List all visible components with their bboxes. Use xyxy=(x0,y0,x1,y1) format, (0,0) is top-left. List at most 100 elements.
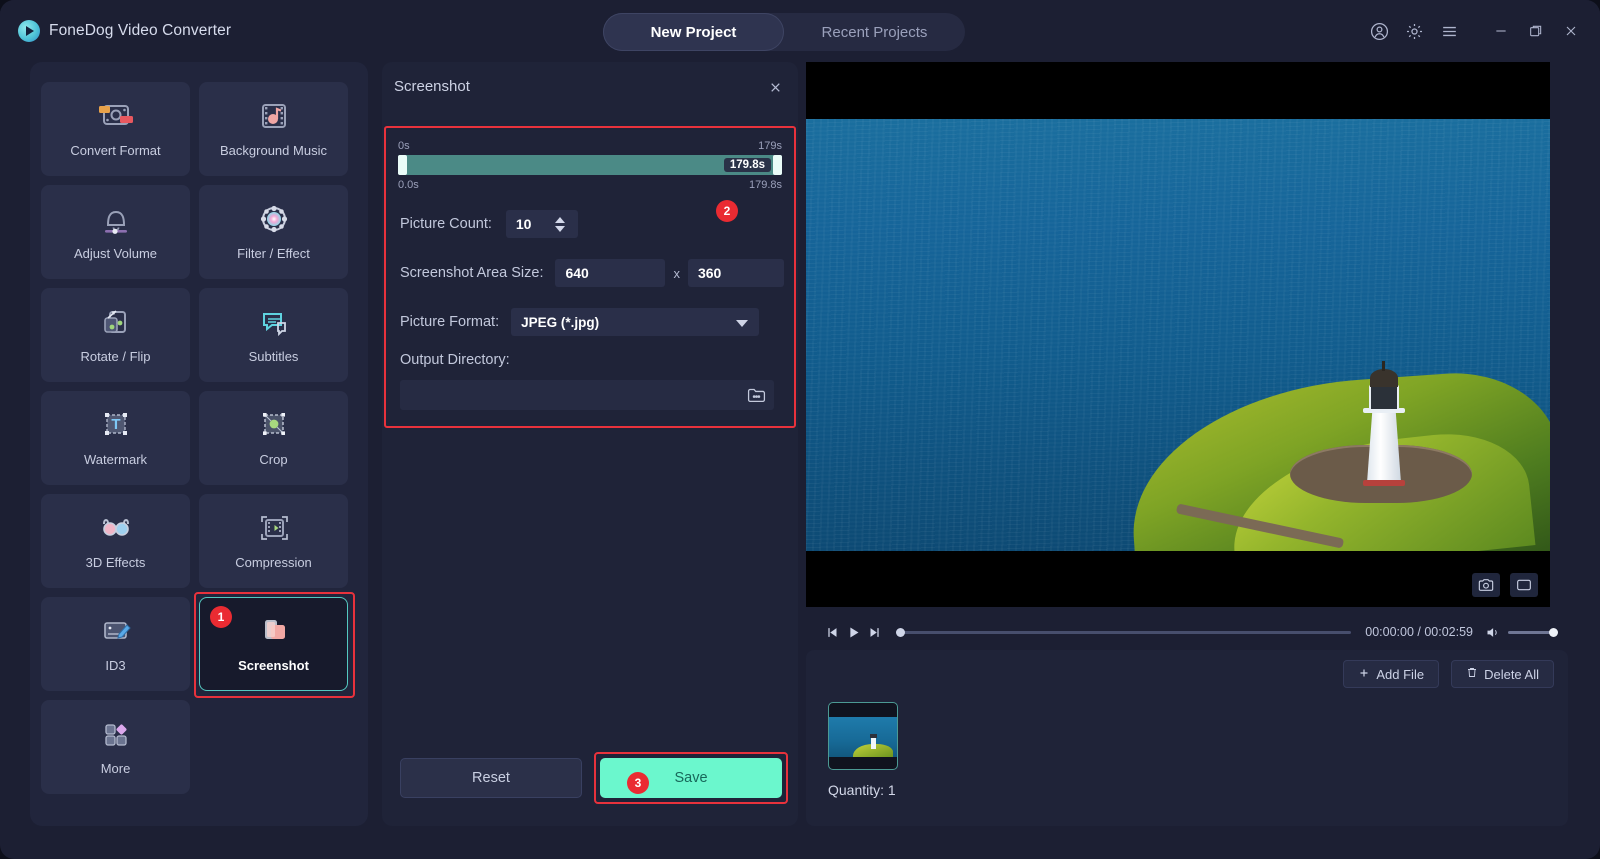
volume-handle[interactable] xyxy=(1549,627,1558,637)
thumbnail-image xyxy=(829,717,897,757)
play-icon[interactable] xyxy=(842,621,864,643)
adjust-volume-icon xyxy=(96,203,136,239)
slider-foot-end: 179.8s xyxy=(748,179,782,191)
screenshot-icon xyxy=(254,615,294,651)
thumbnail-lighthouse-top xyxy=(870,734,877,738)
watermark-icon: T xyxy=(96,409,136,445)
project-tabs: New Project Recent Projects xyxy=(603,13,965,51)
lighthouse-lamp xyxy=(1369,385,1399,411)
delete-all-label: Delete All xyxy=(1484,666,1539,682)
picture-count-stepper[interactable] xyxy=(552,210,568,238)
add-file-label: Add File xyxy=(1376,666,1425,682)
chevron-down-icon[interactable] xyxy=(736,320,749,327)
picture-format-value: JPEG (*.jpg) xyxy=(521,314,600,330)
tool-label: Subtitles xyxy=(248,349,299,364)
tool-id3[interactable]: ID3 xyxy=(41,597,190,691)
picture-format-label: Picture Format: xyxy=(400,314,500,330)
tool-label: Convert Format xyxy=(70,143,161,158)
slider-tick-end: 179s xyxy=(758,140,782,152)
video-overlay-actions xyxy=(1472,573,1538,597)
tool-more[interactable]: More xyxy=(41,700,190,794)
file-list-panel: Add File Delete All Quantity: 1 xyxy=(806,650,1568,826)
trash-icon xyxy=(1466,666,1478,682)
tool-crop[interactable]: Crop xyxy=(199,391,348,485)
tool-filter-effect[interactable]: Filter / Effect xyxy=(199,185,348,279)
playback-handle[interactable] xyxy=(896,627,905,637)
gear-icon[interactable] xyxy=(1399,16,1429,46)
video-frame xyxy=(806,119,1550,551)
tool-label: Rotate / Flip xyxy=(80,349,151,364)
tool-convert-format[interactable]: Convert Format xyxy=(41,82,190,176)
slider-handle-start[interactable] xyxy=(398,155,407,175)
tab-new-project[interactable]: New Project xyxy=(603,13,784,51)
delete-all-button[interactable]: Delete All xyxy=(1451,660,1554,688)
tool-subtitles[interactable]: Subtitles xyxy=(199,288,348,382)
tool-background-music[interactable]: Background Music xyxy=(199,82,348,176)
maximize-icon[interactable] xyxy=(1521,16,1551,46)
volume-slider[interactable] xyxy=(1508,627,1558,637)
add-file-button[interactable]: Add File xyxy=(1343,660,1440,688)
reset-button[interactable]: Reset xyxy=(400,758,582,798)
volume-icon[interactable] xyxy=(1485,625,1500,640)
tool-label: More xyxy=(100,761,131,776)
tool-rotate-flip[interactable]: Rotate / Flip xyxy=(41,288,190,382)
tool-3d-effects[interactable]: 3D Effects xyxy=(41,494,190,588)
tool-label: Watermark xyxy=(83,452,148,467)
lighthouse-dome xyxy=(1370,369,1398,387)
step-badge-2: 2 xyxy=(716,200,738,222)
minimize-icon[interactable] xyxy=(1486,16,1516,46)
chevron-down-icon[interactable] xyxy=(554,225,565,232)
tool-label: Adjust Volume xyxy=(73,246,158,261)
lighthouse-body xyxy=(1367,409,1401,483)
area-size-label: Screenshot Area Size: xyxy=(400,265,544,281)
slider-tick-start: 0s xyxy=(398,140,410,152)
area-width-input[interactable] xyxy=(555,259,666,287)
app-title: FoneDog Video Converter xyxy=(49,22,232,39)
tab-recent-projects[interactable]: Recent Projects xyxy=(784,13,965,51)
playback-progress-slider[interactable] xyxy=(896,627,1352,637)
close-icon[interactable] xyxy=(764,76,786,98)
skip-next-icon[interactable] xyxy=(864,621,886,643)
camera-icon[interactable] xyxy=(1472,573,1500,597)
picture-format-row: Picture Format: JPEG (*.jpg) xyxy=(400,308,760,336)
skip-previous-icon[interactable] xyxy=(820,621,842,643)
compression-icon xyxy=(254,512,294,548)
file-thumbnail[interactable] xyxy=(828,702,898,770)
playback-time: 00:00:00 / 00:02:59 xyxy=(1365,625,1473,639)
tool-screenshot[interactable]: 1 Screenshot xyxy=(194,592,355,698)
tools-grid: Convert Format Background Music Adjust V… xyxy=(41,82,357,794)
screen-icon[interactable] xyxy=(1510,573,1538,597)
tool-compression[interactable]: Compression xyxy=(199,494,348,588)
folder-icon[interactable] xyxy=(747,387,766,403)
preview-panel: 00:00:00 / 00:02:59 Add File Delete All … xyxy=(806,62,1568,826)
area-size-row: Screenshot Area Size: x xyxy=(400,259,784,287)
close-icon[interactable] xyxy=(1556,16,1586,46)
tool-label: 3D Effects xyxy=(85,555,146,570)
tool-label: Compression xyxy=(235,555,312,570)
3d-effects-icon xyxy=(96,512,136,548)
video-preview[interactable] xyxy=(806,62,1550,607)
window-controls xyxy=(1364,0,1586,62)
area-size-separator: x xyxy=(673,265,680,281)
slider-footer: 0.0s 179.8s xyxy=(398,179,782,191)
lighthouse-tip xyxy=(1382,361,1385,371)
output-directory-field[interactable] xyxy=(400,380,774,410)
app-window: FoneDog Video Converter New Project Rece… xyxy=(0,0,1600,859)
picture-format-select[interactable]: JPEG (*.jpg) xyxy=(511,308,760,336)
slider-handle-end[interactable] xyxy=(773,155,782,175)
tool-watermark[interactable]: T Watermark xyxy=(41,391,190,485)
step-badge-1: 1 xyxy=(210,606,232,628)
id3-icon xyxy=(96,615,136,651)
area-height-input[interactable] xyxy=(687,259,784,287)
chevron-up-icon[interactable] xyxy=(554,216,565,223)
slider-track[interactable]: 179.8s xyxy=(398,155,782,175)
screenshot-settings-panel: Screenshot 0s 179s 179.8s 0.0s 179.8s 2 … xyxy=(382,62,798,826)
step-badge-3: 3 xyxy=(627,772,649,794)
tool-adjust-volume[interactable]: Adjust Volume xyxy=(41,185,190,279)
crop-icon xyxy=(254,409,294,445)
background-music-icon xyxy=(254,100,294,136)
lighthouse-base xyxy=(1363,480,1405,486)
account-icon[interactable] xyxy=(1364,16,1394,46)
trim-slider: 0s 179s 179.8s 0.0s 179.8s xyxy=(398,140,782,191)
menu-icon[interactable] xyxy=(1434,16,1464,46)
